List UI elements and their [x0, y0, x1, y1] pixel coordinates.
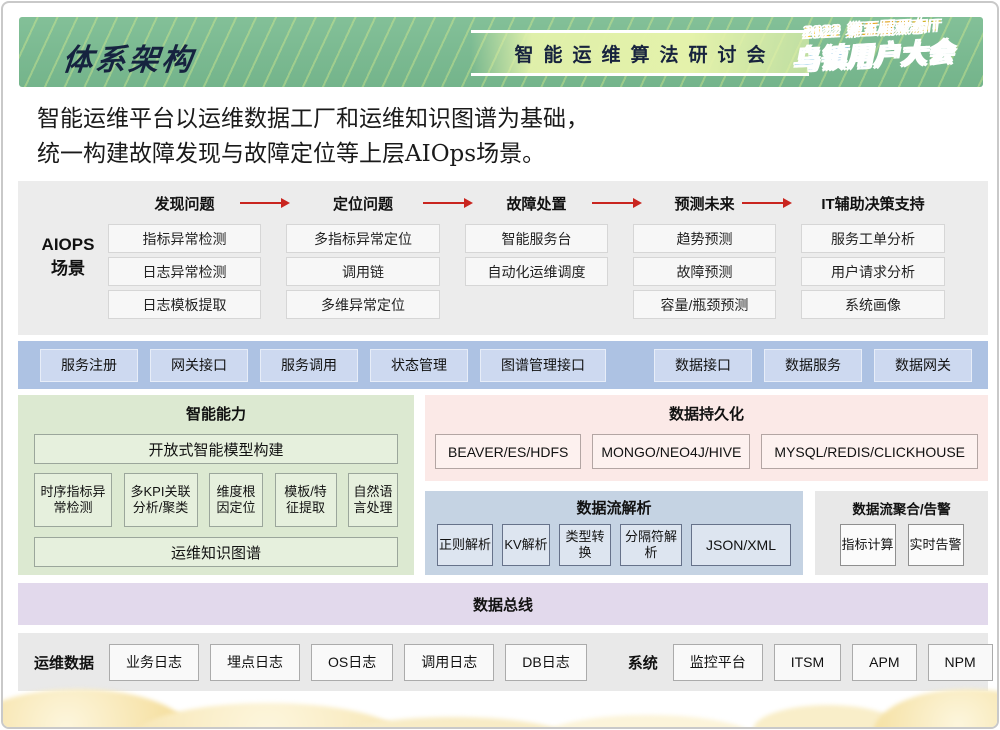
aiops-scenarios-section: AIOPS 场景 发现问题 指标异常检测 日志异常检测 日志模板提取 定位问题 … — [18, 181, 988, 335]
service-item: 数据服务 — [764, 349, 862, 382]
flow-arrow-icon — [240, 202, 288, 204]
aiops-item: 指标异常检测 — [108, 224, 261, 253]
intelligence-section: 智能能力 开放式智能模型构建 时序指标异常检测 多KPI关联分析/聚类 维度根因… — [18, 395, 414, 575]
service-item: 网关接口 — [150, 349, 248, 382]
cloud-decoration — [543, 715, 753, 729]
intro-text: 智能运维平台以运维数据工厂和运维知识图谱为基础， 统一构建故障发现与故障定位等上… — [37, 102, 589, 172]
system-item: 监控平台 — [673, 644, 763, 681]
persistence-item: MYSQL/REDIS/CLICKHOUSE — [761, 434, 978, 469]
page-title: 体系架构 — [61, 35, 198, 79]
seminar-banner: 智能运维算法研讨会 — [471, 30, 809, 76]
service-item: 数据接口 — [654, 349, 752, 382]
column-header: 故障处置 — [465, 193, 608, 224]
service-interface-bar: 服务注册 网关接口 服务调用 状态管理 图谱管理接口 数据接口 数据服务 数据网… — [18, 341, 988, 389]
parse-item: KV解析 — [502, 524, 550, 566]
service-item: 服务注册 — [40, 349, 138, 382]
stream-agg-section: 数据流聚合/告警 指标计算 实时告警 — [815, 491, 988, 575]
system-label: 系统 — [628, 652, 658, 673]
aiops-item: 智能服务台 — [465, 224, 608, 253]
flow-arrow-icon — [423, 202, 471, 204]
system-item: APM — [852, 644, 916, 681]
aiops-item: 自动化运维调度 — [465, 257, 608, 286]
system-item: ITSM — [774, 644, 841, 681]
section-title: 数据持久化 — [425, 395, 988, 424]
aiops-item: 趋势预测 — [633, 224, 776, 253]
service-item: 服务调用 — [260, 349, 358, 382]
data-bus-title: 数据总线 — [473, 594, 533, 615]
aiops-column-decision: IT辅助决策支持 服务工单分析 用户请求分析 系统画像 — [801, 181, 945, 323]
parse-items-row: 正则解析 KV解析 类型转换 分隔符解析 JSON/XML — [437, 524, 791, 566]
ops-data-label: 运维数据 — [34, 652, 94, 673]
column-header: 定位问题 — [286, 193, 440, 224]
aiops-column-handle: 故障处置 智能服务台 自动化运维调度 — [465, 181, 608, 290]
persistence-item: MONGO/NEO4J/HIVE — [592, 434, 750, 469]
data-source-bar: 运维数据 业务日志 埋点日志 OS日志 调用日志 DB日志 系统 监控平台 IT… — [18, 633, 988, 691]
section-title: 智能能力 — [18, 395, 414, 424]
intro-line-1: 智能运维平台以运维数据工厂和运维知识图谱为基础， — [37, 102, 589, 137]
persistence-section: 数据持久化 BEAVER/ES/HDFS MONGO/NEO4J/HIVE MY… — [425, 395, 988, 481]
data-bus-bar: 数据总线 — [18, 583, 988, 625]
cloud-decoration — [873, 689, 999, 729]
service-item: 状态管理 — [370, 349, 468, 382]
system-item: NPM — [928, 644, 993, 681]
intro-line-2: 统一构建故障发现与故障定位等上层AIOps场景。 — [37, 137, 589, 172]
flow-arrow-icon — [592, 202, 640, 204]
aiops-column-discover: 发现问题 指标异常检测 日志异常检测 日志模板提取 — [108, 181, 261, 323]
aiops-item: 日志模板提取 — [108, 290, 261, 319]
parse-item: 正则解析 — [437, 524, 493, 566]
slide-page: 体系架构 智能运维算法研讨会 2022 第五届双态IT 乌镇用户大会 智能运维平… — [1, 1, 999, 729]
aiops-item: 多指标异常定位 — [286, 224, 440, 253]
column-header: 发现问题 — [108, 193, 261, 224]
parse-item: 分隔符解析 — [620, 524, 682, 566]
service-item: 图谱管理接口 — [480, 349, 606, 382]
aiops-item: 多维异常定位 — [286, 290, 440, 319]
agg-item: 实时告警 — [908, 524, 964, 566]
aiops-item: 故障预测 — [633, 257, 776, 286]
ops-data-item: 调用日志 — [404, 644, 494, 681]
intelligence-item: 维度根因定位 — [209, 473, 263, 527]
agg-items-row: 指标计算 实时告警 — [815, 524, 988, 566]
parse-item: 类型转换 — [559, 524, 611, 566]
ops-data-item: 业务日志 — [109, 644, 199, 681]
aiops-column-locate: 定位问题 多指标异常定位 调用链 多维异常定位 — [286, 181, 440, 323]
service-item: 数据网关 — [874, 349, 972, 382]
column-header: 预测未来 — [633, 193, 776, 224]
intelligence-item: 模板/特征提取 — [275, 473, 337, 527]
intelligence-item: 时序指标异常检测 — [34, 473, 112, 527]
aiops-item: 调用链 — [286, 257, 440, 286]
column-header: IT辅助决策支持 — [801, 193, 945, 224]
seminar-title: 智能运维算法研讨会 — [504, 40, 775, 67]
parse-item: JSON/XML — [691, 524, 791, 566]
persistence-items-row: BEAVER/ES/HDFS MONGO/NEO4J/HIVE MYSQL/RE… — [435, 434, 978, 469]
intelligence-model-box: 开放式智能模型构建 — [34, 434, 398, 464]
header-banner: 体系架构 智能运维算法研讨会 2022 第五届双态IT 乌镇用户大会 — [19, 17, 983, 87]
intelligence-item: 自然语言处理 — [348, 473, 398, 527]
aiops-item: 日志异常检测 — [108, 257, 261, 286]
section-title: 数据流解析 — [425, 491, 803, 518]
aiops-item: 容量/瓶颈预测 — [633, 290, 776, 319]
flow-arrow-icon — [742, 202, 790, 204]
section-title: 数据流聚合/告警 — [815, 491, 988, 518]
ops-data-item: DB日志 — [505, 644, 586, 681]
persistence-item: BEAVER/ES/HDFS — [435, 434, 581, 469]
agg-item: 指标计算 — [840, 524, 896, 566]
intelligence-items-row: 时序指标异常检测 多KPI关联分析/聚类 维度根因定位 模板/特征提取 自然语言… — [34, 473, 398, 527]
intelligence-item: 多KPI关联分析/聚类 — [124, 473, 198, 527]
aiops-item: 服务工单分析 — [801, 224, 945, 253]
aiops-item: 系统画像 — [801, 290, 945, 319]
conference-logo: 2022 第五届双态IT 乌镇用户大会 — [768, 13, 979, 79]
stream-parse-section: 数据流解析 正则解析 KV解析 类型转换 分隔符解析 JSON/XML — [425, 491, 803, 575]
aiops-label: AIOPS 场景 — [26, 233, 110, 281]
knowledge-graph-box: 运维知识图谱 — [34, 537, 398, 567]
aiops-item: 用户请求分析 — [801, 257, 945, 286]
ops-data-item: 埋点日志 — [210, 644, 300, 681]
ops-data-item: OS日志 — [311, 644, 393, 681]
